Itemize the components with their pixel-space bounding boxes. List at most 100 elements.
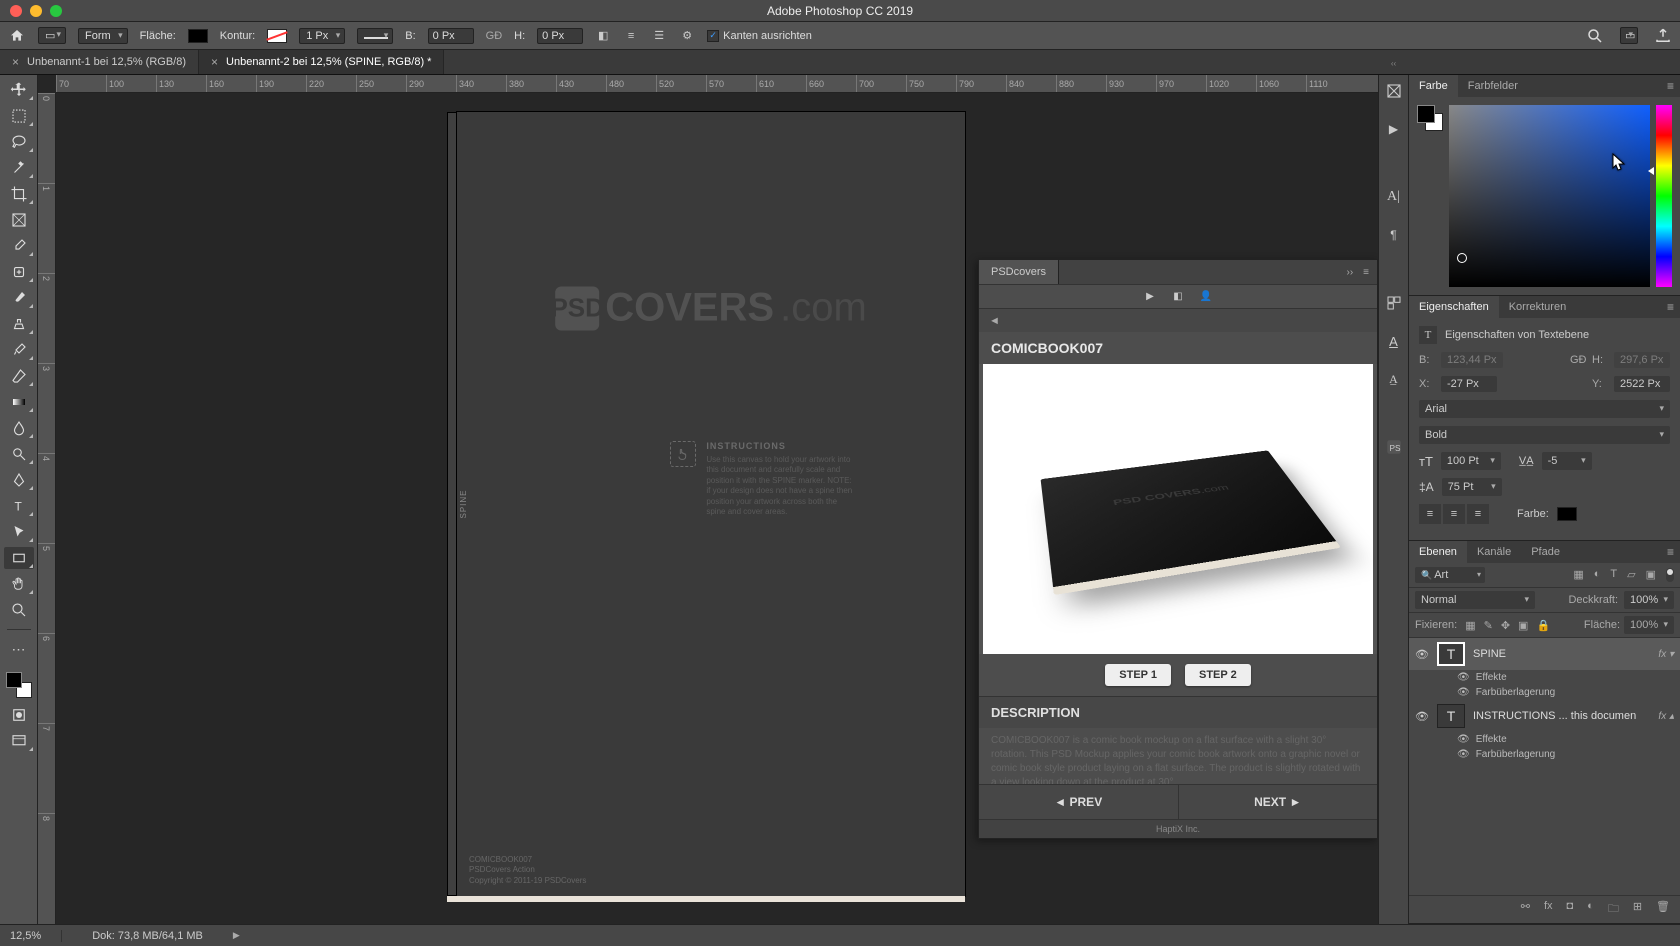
delete-layer-icon[interactable]: 🗑 [1656,900,1670,919]
layer-name[interactable]: SPINE [1473,648,1650,660]
type-tool[interactable]: T [4,495,34,517]
filter-pixel-icon[interactable]: ▦ [1573,568,1583,582]
tracking-field[interactable]: -5 [1542,452,1592,470]
zoom-tool[interactable] [4,599,34,621]
close-tab-icon[interactable]: × [12,55,19,69]
lock-all-icon[interactable]: 🔒 [1536,619,1550,632]
panel-menu-icon[interactable]: ≡ [1363,267,1369,278]
move-tool[interactable] [4,79,34,101]
color-picker-ring-icon[interactable] [1457,253,1467,263]
dodge-tool[interactable] [4,443,34,465]
lock-paint-icon[interactable]: ✎ [1484,619,1493,632]
hue-strip[interactable] [1656,105,1672,287]
visibility-icon[interactable]: 👁 [1457,734,1470,745]
share-icon[interactable] [1654,27,1672,45]
visibility-icon[interactable]: 👁 [1415,710,1429,723]
layer-style-icon[interactable]: fx [1544,900,1553,919]
user-icon[interactable]: 👤 [1199,290,1213,304]
tab-layers[interactable]: Ebenen [1409,541,1467,563]
glyphs-panel-icon[interactable] [1384,293,1404,313]
eraser-tool[interactable] [4,365,34,387]
fill-swatch[interactable] [188,29,208,43]
clone-stamp-tool[interactable] [4,313,34,335]
zoom-level[interactable]: 12,5% [10,930,62,942]
tab-paths[interactable]: Pfade [1521,541,1570,563]
text-color-swatch[interactable] [1557,507,1577,521]
link-layers-icon[interactable]: ⚯ [1521,900,1530,919]
edit-toolbar-icon[interactable]: ⋯ [4,638,34,660]
workspace-select-icon[interactable]: ▭ [1620,27,1638,44]
blend-mode-select[interactable]: Normal [1415,591,1535,609]
layer-effect-item[interactable]: 👁Farbüberlagerung [1409,685,1680,700]
psdcovers-nav-back[interactable]: ◄ [979,308,1377,332]
layer-item-instructions[interactable]: 👁 T INSTRUCTIONS ... this documen fx ▴ [1409,700,1680,732]
group-icon[interactable]: 🗀 [1608,900,1619,919]
filter-shape-icon[interactable]: ▱ [1627,568,1635,582]
lock-artboard-icon[interactable]: ▣ [1518,619,1528,632]
char-styles-panel-icon[interactable]: A [1384,331,1404,351]
quick-mask-icon[interactable] [4,704,34,726]
para-styles-panel-icon[interactable]: A̲ [1384,369,1404,389]
panel-menu-icon[interactable]: ≡ [1661,300,1680,314]
align-center-button[interactable]: ≡ [1443,504,1465,524]
tool-mode-select[interactable]: Form [78,28,128,44]
height-field[interactable]: 0 Px [537,28,583,44]
healing-brush-tool[interactable] [4,261,34,283]
x-field[interactable]: -27 Px [1441,376,1497,392]
next-button[interactable]: NEXT ► [1179,785,1378,819]
tab-channels[interactable]: Kanäle [1467,541,1521,563]
psdcovers-tab[interactable]: PSDcovers [979,260,1059,284]
path-alignment-icon[interactable]: ≡ [623,28,639,44]
step1-button[interactable]: STEP 1 [1105,664,1171,686]
search-icon[interactable] [1586,27,1604,45]
leading-field[interactable]: 75 Pt [1442,478,1502,496]
panel-menu-icon[interactable]: ≡ [1661,79,1680,93]
pen-tool[interactable] [4,469,34,491]
rectangle-tool[interactable] [4,547,34,569]
font-family-select[interactable]: Arial [1419,400,1670,418]
align-edges-checkbox[interactable]: ✓ Kanten ausrichten [707,30,812,42]
layer-name[interactable]: INSTRUCTIONS ... this documen [1473,710,1650,722]
tab-properties[interactable]: Eigenschaften [1409,296,1499,318]
collapse-icon[interactable]: ›› [1346,267,1353,278]
lasso-tool[interactable] [4,131,34,153]
layer-effect-item[interactable]: 👁Farbüberlagerung [1409,747,1680,762]
shape-tool-preset-icon[interactable]: ▭ [38,27,66,44]
step2-button[interactable]: STEP 2 [1185,664,1251,686]
y-field[interactable]: 2522 Px [1614,376,1670,392]
character-panel-icon[interactable]: A| [1384,187,1404,207]
magic-wand-tool[interactable] [4,157,34,179]
window-controls[interactable] [10,5,62,17]
visibility-icon[interactable]: 👁 [1457,687,1470,698]
play-icon[interactable]: ▶ [1143,290,1157,304]
lock-pixels-icon[interactable]: ▦ [1465,619,1475,632]
path-arrangement-icon[interactable]: ☰ [651,28,667,44]
visibility-icon[interactable]: 👁 [1415,648,1429,661]
marquee-tool[interactable] [4,105,34,127]
psdcovers-dock-icon[interactable]: PS [1384,437,1404,457]
tab-adjustments[interactable]: Korrekturen [1499,296,1576,318]
tab-swatches[interactable]: Farbfelder [1458,75,1528,97]
gradient-tool[interactable] [4,391,34,413]
layer-mask-icon[interactable]: ◘ [1567,900,1574,919]
document-tab-1[interactable]: × Unbenannt-1 bei 12,5% (RGB/8) [0,50,199,74]
fill-opacity-field[interactable]: 100% [1624,616,1674,634]
opacity-field[interactable]: 100% [1624,591,1674,609]
adjustment-layer-icon[interactable]: ◐ [1587,900,1594,919]
color-field[interactable] [1449,105,1650,287]
brush-tool[interactable] [4,287,34,309]
fx-badge[interactable]: fx ▴ [1658,711,1674,722]
filter-smart-icon[interactable]: ▣ [1646,568,1656,582]
stroke-type-select[interactable] [357,28,393,44]
fx-badge[interactable]: fx ▾ [1658,649,1674,660]
align-left-button[interactable]: ≡ [1419,504,1441,524]
eyedropper-tool[interactable] [4,235,34,257]
ruler-horizontal[interactable]: 7010013016019022025029034038043048052057… [56,75,1378,93]
foreground-background-color[interactable] [4,670,34,700]
canvas[interactable]: SPINE PSD COVERS.com INSTRUCTIONS Use th… [56,93,1378,924]
path-operations-icon[interactable]: ◧ [595,28,611,44]
new-layer-icon[interactable]: ⊞ [1633,900,1642,919]
layer-filter-select[interactable]: Art [1415,567,1485,583]
screen-mode-icon[interactable] [4,730,34,752]
minimize-window-icon[interactable] [30,5,42,17]
